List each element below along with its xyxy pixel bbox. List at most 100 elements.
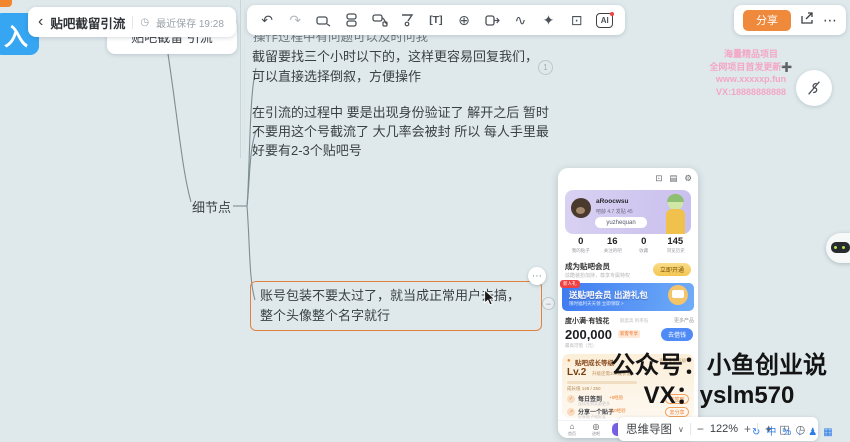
profile-handle-pill[interactable]: yuzhequan [595, 217, 647, 228]
apps-grid-icon[interactable]: ▦ [823, 427, 832, 439]
document-titlebar: ‹ 贴吧截留引流 ◷ 最近保存 19:28 [28, 7, 236, 37]
relation-glyph: ∿ [514, 12, 526, 29]
promo-banner[interactable]: 新人礼 送贴吧会员 出游礼包 限时福利天天领 立即领取 > [562, 283, 694, 311]
ai-assistant-float-button[interactable] [826, 233, 850, 263]
text-tool-glyph: [T] [429, 14, 442, 26]
note-account-selected[interactable]: 账号包装不要太过了，就当成正常用户去搞，整个头像整个名字就行 [250, 281, 542, 331]
banner-mascot [668, 285, 688, 305]
avatar-detail [576, 207, 585, 214]
undo-icon[interactable]: ↶ [255, 8, 279, 32]
stat-followed-bars[interactable]: 16关注的吧 [597, 236, 629, 258]
shield-icon: ● [567, 358, 571, 364]
relation-line-icon[interactable]: ∿ [508, 8, 532, 32]
export-icon[interactable] [800, 11, 814, 30]
zoom-level[interactable]: 122% [710, 423, 738, 435]
user-icon[interactable]: ♟ [808, 427, 817, 439]
view-mode-dropdown[interactable]: 思维导图 [626, 421, 672, 437]
recording-dot [0, 0, 12, 7]
member-subtitle: 炫酷装扮加持，尊享专属特权 [565, 272, 630, 279]
frame-tool-icon[interactable]: ⊡ [565, 8, 589, 32]
pink-watermark: 海量精品项目 全网项目首发更新➕ www.xxxxxp.fun VX:18888… [688, 48, 814, 98]
undo-glyph: ↶ [261, 12, 273, 29]
card-icon[interactable]: ▤ [669, 173, 677, 184]
member-activate-button[interactable]: 立即开通 [653, 263, 691, 276]
download-icon[interactable]: ↓ [797, 427, 802, 439]
detail-point-node[interactable]: 细节点 [192, 197, 231, 216]
share-button[interactable]: 分享 [743, 10, 791, 31]
scan-icon[interactable]: ⊡ [655, 173, 662, 184]
zoom-out-button[interactable]: − [697, 422, 704, 436]
refresh-icon[interactable]: ↻ [752, 427, 760, 439]
redo-icon[interactable]: ↷ [283, 8, 307, 32]
nav-enter-bar[interactable]: ◎进吧 [586, 422, 606, 437]
profile-stats-row: 0我的贴子 16关注的吧 0收藏 145浏览历史 [565, 236, 691, 258]
chevron-down-icon: ∨ [678, 425, 684, 434]
loan-meta: 额度高 利率低 [620, 318, 648, 324]
banner-tag: 新人礼 [560, 280, 580, 288]
stat-history[interactable]: 145浏览历史 [660, 236, 692, 258]
loan-amount: 200,000 [565, 327, 612, 342]
topic-node-icon[interactable] [311, 8, 335, 32]
frame-glyph: ⊡ [571, 12, 583, 29]
channel-watermark-line2: VX：yslm570 [588, 381, 850, 411]
note-verification[interactable]: 在引流的过程中 要是出现身份验证了 解开之后 暂时不要用这个号截流了 大几率会被… [252, 103, 550, 160]
avatar[interactable] [571, 198, 591, 218]
pink-watermark-line2: 全网项目首发更新➕ [688, 61, 814, 74]
loan-borrow-button[interactable]: 去借钱 [661, 328, 693, 341]
more-menu-icon[interactable]: ⋯ [823, 12, 837, 29]
document-title: 贴吧截留引流 [50, 13, 125, 32]
loan-more-link[interactable]: 更多产品 [674, 317, 694, 324]
growth-level: Lv.2 [567, 367, 586, 378]
laser-glyph: ✦ [543, 12, 555, 29]
stat-favorites-value: 0 [628, 236, 660, 247]
share-card: 分享 ⋯ [734, 5, 846, 35]
nav-home[interactable]: ⌂首页 [562, 422, 582, 437]
member-title: 成为贴吧会员 [565, 261, 610, 272]
note-count-badge: 1 [538, 60, 553, 75]
phone-header-icons: ⊡ ▤ ⚙ [655, 173, 692, 184]
save-status: 最近保存 19:28 [156, 15, 224, 30]
stat-favorites[interactable]: 0收藏 [628, 236, 660, 258]
whiteboard-canvas[interactable]: 入 贴吧截留 引流 ‹ 贴吧截留引流 ◷ 最近保存 19:28 ↶ ↷ [T] … [0, 0, 850, 442]
profile-meta: 吧龄 4.7 发贴 45 [596, 208, 633, 215]
gear-icon[interactable]: ⚙ [684, 173, 692, 184]
sibling-node-icon[interactable] [339, 8, 363, 32]
node-arrow-icon[interactable] [480, 8, 504, 32]
input-method-icon[interactable]: 中 [766, 427, 776, 439]
bar-divider [690, 423, 691, 435]
member-row: 成为贴吧会员 炫酷装扮加持，尊享专属特权 立即开通 [565, 260, 691, 282]
loan-brand: 度小满·有钱花 [565, 316, 609, 326]
collapse-handle[interactable]: − [542, 297, 555, 310]
profile-card[interactable]: aRoocwsu 吧龄 4.7 发贴 45 yuzhequan [565, 190, 691, 234]
note-timing[interactable]: 截留要找三个小时以下的，这样更容易回复我们，可以直接选择倒叙，方便操作 [252, 47, 544, 87]
task-share-icon: ↗ [567, 408, 575, 416]
insert-plus-icon[interactable]: ⊕ [452, 8, 476, 32]
banner-subtitle: 限时福利天天领 立即领取 > [569, 301, 624, 307]
task-check-icon: ✓ [567, 395, 575, 403]
ai-notification-dot [610, 12, 614, 16]
plus-glyph: ⊕ [458, 12, 470, 29]
loan-section[interactable]: 度小满·有钱花 额度高 利率低 更多产品 200,000 新客专享 去借钱 最高… [562, 315, 694, 351]
robot-face-icon [831, 242, 850, 253]
note-timing-text: 截留要找三个小时以下的，这样更容易回复我们，可以直接选择倒叙，方便操作 [252, 49, 538, 84]
loan-tag: 新客专享 [618, 330, 640, 338]
stat-favorites-label: 收藏 [630, 247, 658, 253]
laser-pointer-icon[interactable]: ✦ [536, 8, 560, 32]
zoom-in-button[interactable]: + [744, 422, 751, 436]
detail-point-label: 细节点 [192, 200, 231, 215]
ai-tool-icon[interactable]: AI [593, 8, 617, 32]
quality-icon[interactable]: % [782, 427, 791, 439]
signature-toggle-button[interactable] [796, 70, 832, 106]
main-toolbar: ↶ ↷ [T] ⊕ ∿ ✦ ⊡ AI [247, 5, 625, 35]
connector-pen-icon[interactable] [396, 8, 420, 32]
back-chevron-icon[interactable]: ‹ [38, 14, 43, 30]
text-tool-icon[interactable]: [T] [424, 8, 448, 32]
stat-posts[interactable]: 0我的贴子 [565, 236, 597, 258]
signature-slash-icon [805, 79, 823, 97]
subtopic-node-icon[interactable] [368, 8, 392, 32]
banner-title: 送贴吧会员 出游礼包 [569, 289, 648, 301]
nav-bar-label: 进吧 [586, 431, 606, 437]
note-account-text: 账号包装不要太过了，就当成正常用户去搞，整个头像整个名字就行 [260, 288, 520, 323]
stat-history-label: 浏览历史 [661, 247, 689, 253]
note-more-button[interactable]: ⋯ [528, 267, 546, 285]
